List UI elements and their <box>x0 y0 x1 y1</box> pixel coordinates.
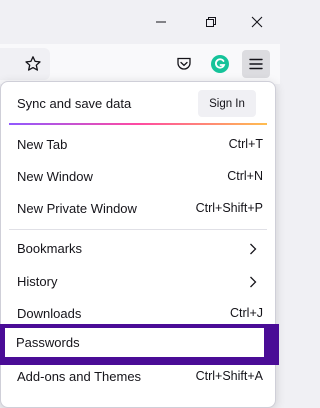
close-button[interactable] <box>242 8 272 36</box>
menu-item-bookmarks[interactable]: Bookmarks <box>1 233 275 265</box>
menu-item-passwords[interactable]: Passwords <box>5 328 264 357</box>
menu-item-label: New Window <box>17 169 93 184</box>
app-menu-button[interactable] <box>242 50 270 78</box>
menu-item-label: New Private Window <box>17 201 137 216</box>
sync-label: Sync and save data <box>17 96 132 111</box>
restore-button[interactable] <box>196 8 226 36</box>
chevron-right-icon <box>250 243 257 255</box>
menu-item-label: Passwords <box>16 335 80 350</box>
menu-item-label: Bookmarks <box>17 241 83 256</box>
menu-separator <box>9 229 267 230</box>
chevron-right-icon <box>250 276 257 288</box>
menu-item-label: History <box>17 274 58 289</box>
sign-in-button[interactable]: Sign In <box>198 90 256 117</box>
minimize-icon <box>156 21 166 23</box>
menu-item-label: Downloads <box>17 306 82 321</box>
menu-item-label: Add-ons and Themes <box>17 369 142 384</box>
pocket-button[interactable] <box>170 50 198 78</box>
menu-item-shortcut: Ctrl+T <box>228 137 263 151</box>
menu-item-shortcut: Ctrl+J <box>230 306 263 320</box>
app-menu-icon <box>249 58 263 70</box>
menu-item-label: New Tab <box>17 137 68 152</box>
minimize-button[interactable] <box>146 8 176 36</box>
grammarly-icon <box>211 55 229 73</box>
menu-item-add-ons-and-themes[interactable]: Add-ons and Themes Ctrl+Shift+A <box>1 361 275 393</box>
title-bar <box>0 0 280 44</box>
menu-item-shortcut: Ctrl+Shift+A <box>195 369 263 383</box>
grammarly-button[interactable] <box>206 50 234 78</box>
menu-item-shortcut: Ctrl+Shift+P <box>195 201 263 215</box>
sync-divider <box>9 123 267 125</box>
bookmark-star-button[interactable] <box>19 50 47 78</box>
passwords-highlight: Passwords <box>0 324 279 365</box>
pocket-icon <box>177 57 191 70</box>
menu-item-new-private-window[interactable]: New Private Window Ctrl+Shift+P <box>1 193 275 225</box>
sync-row: Sync and save data Sign In <box>1 82 275 122</box>
bookmark-star-icon <box>25 56 41 71</box>
menu-item-new-tab[interactable]: New Tab Ctrl+T <box>1 129 275 161</box>
menu-item-new-window[interactable]: New Window Ctrl+N <box>1 161 275 193</box>
menu-item-shortcut: Ctrl+N <box>227 169 263 183</box>
close-icon <box>251 16 263 28</box>
menu-item-history[interactable]: History <box>1 266 275 298</box>
nav-toolbar <box>0 44 280 84</box>
restore-icon <box>206 17 216 27</box>
